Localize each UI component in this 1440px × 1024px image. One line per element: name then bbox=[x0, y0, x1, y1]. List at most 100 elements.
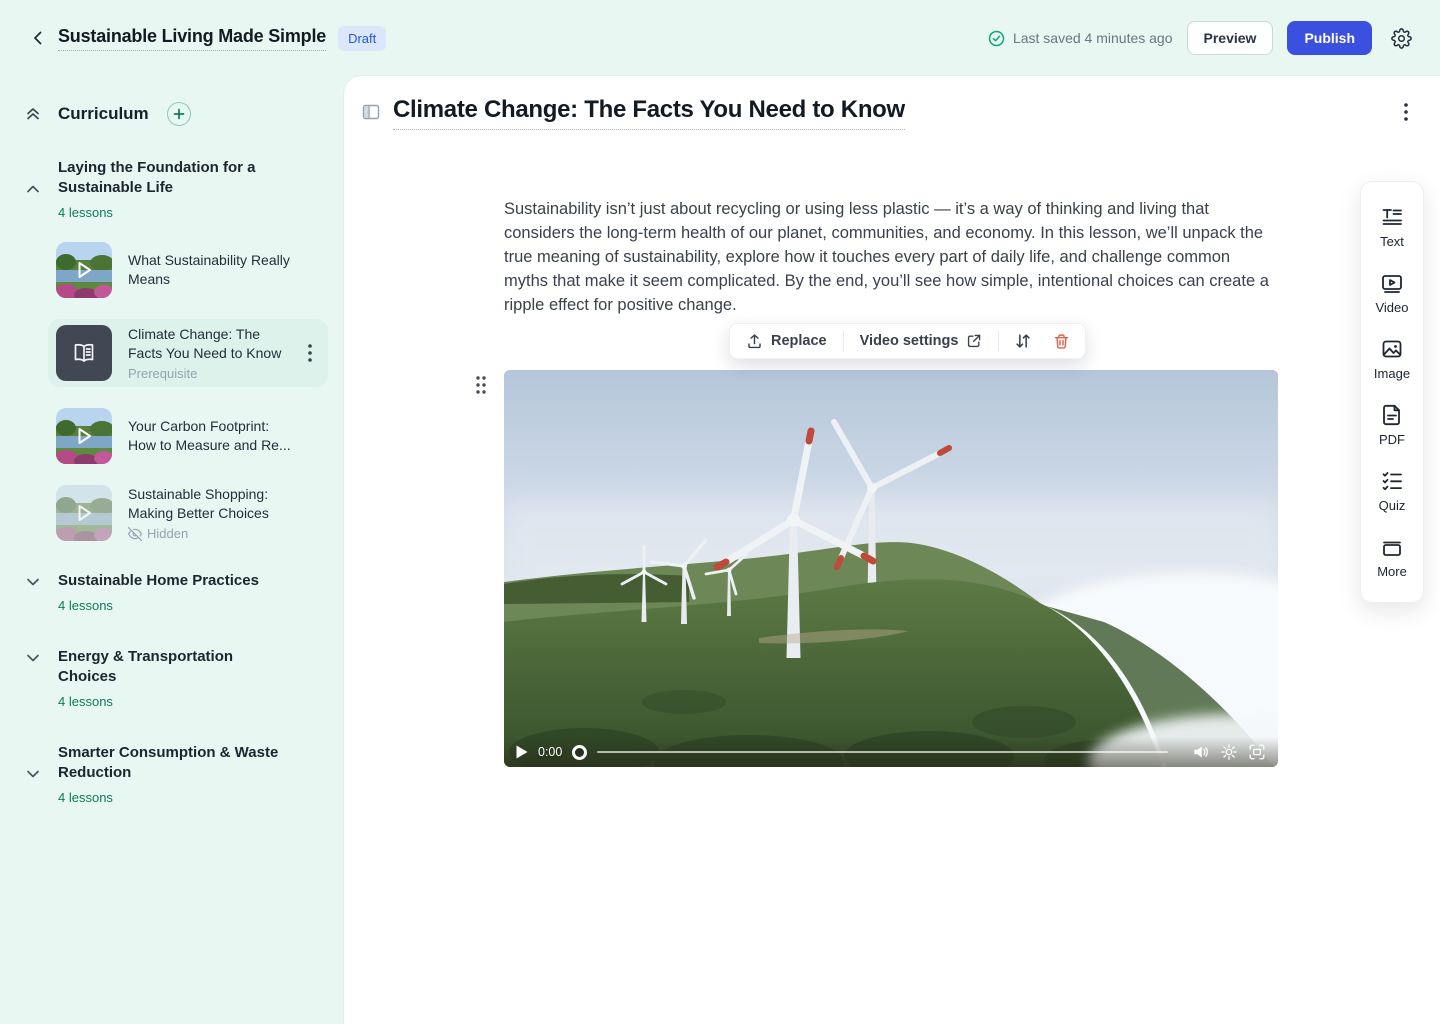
open-book-icon bbox=[71, 340, 97, 366]
preview-button[interactable]: Preview bbox=[1187, 21, 1274, 55]
video-player-controls: 0:00 bbox=[504, 737, 1278, 767]
toolbar-divider bbox=[998, 331, 999, 351]
tool-text[interactable]: Text bbox=[1361, 194, 1423, 260]
replace-video-button[interactable]: Replace bbox=[740, 329, 833, 354]
grip-dots-icon bbox=[475, 375, 487, 395]
toolbar-divider bbox=[843, 331, 844, 351]
fullscreen-button[interactable] bbox=[1248, 743, 1266, 761]
play-button[interactable] bbox=[516, 745, 528, 759]
lesson-video-thumbnail bbox=[56, 408, 112, 464]
play-icon bbox=[73, 425, 95, 447]
play-icon bbox=[73, 259, 95, 281]
header-actions: Last saved 4 minutes ago Preview Publish bbox=[988, 21, 1416, 55]
play-icon bbox=[73, 502, 95, 524]
kebab-icon bbox=[1404, 103, 1408, 121]
section-title: Energy & Transportation Choices bbox=[58, 647, 288, 687]
chevron-left-icon bbox=[30, 30, 46, 46]
section-title: Laying the Foundation for a Sustainable … bbox=[58, 158, 288, 198]
course-title[interactable]: Sustainable Living Made Simple bbox=[58, 26, 326, 51]
video-settings-button[interactable]: Video settings bbox=[854, 329, 989, 353]
video-block[interactable]: 0:00 bbox=[504, 370, 1278, 767]
lesson-intro-paragraph[interactable]: Sustainability isn’t just about recyclin… bbox=[504, 197, 1276, 317]
tool-label: Quiz bbox=[1379, 498, 1406, 513]
chevron-down-icon bbox=[24, 649, 42, 667]
seek-handle[interactable] bbox=[572, 745, 587, 760]
lesson-item-sustainable-shopping[interactable]: Sustainable Shopping: Making Better Choi… bbox=[56, 485, 328, 541]
check-circle-icon bbox=[988, 30, 1005, 47]
lesson-title: What Sustainability Really Means bbox=[128, 251, 293, 289]
sidebar-toggle-button[interactable] bbox=[361, 102, 381, 122]
tool-label: Video bbox=[1375, 300, 1408, 315]
plus-icon bbox=[173, 108, 185, 120]
tool-label: Image bbox=[1374, 366, 1410, 381]
section-header[interactable]: Smarter Consumption & Waste Reduction 4 … bbox=[24, 743, 344, 805]
save-status: Last saved 4 minutes ago bbox=[988, 30, 1173, 47]
back-button[interactable] bbox=[24, 24, 52, 52]
section-title: Smarter Consumption & Waste Reduction bbox=[58, 743, 288, 783]
tool-video[interactable]: Video bbox=[1361, 260, 1423, 326]
settings-button[interactable] bbox=[1386, 23, 1416, 53]
upload-icon bbox=[746, 333, 763, 350]
chevron-down-icon bbox=[24, 765, 42, 783]
lesson-page-title[interactable]: Climate Change: The Facts You Need to Kn… bbox=[393, 96, 905, 130]
lesson-item-carbon-footprint[interactable]: Your Carbon Footprint: How to Measure an… bbox=[56, 408, 328, 464]
lesson-badge-prerequisite: Prerequisite bbox=[128, 366, 284, 381]
lesson-title: Climate Change: The Facts You Need to Kn… bbox=[128, 325, 284, 363]
section-title: Sustainable Home Practices bbox=[58, 571, 259, 591]
course-builder-app: Sustainable Living Made Simple Draft Las… bbox=[0, 0, 1440, 1024]
chevron-down-icon bbox=[24, 573, 42, 591]
lesson-overflow-button[interactable] bbox=[300, 343, 320, 363]
section-header[interactable]: Energy & Transportation Choices 4 lesson… bbox=[24, 647, 344, 709]
publish-button[interactable]: Publish bbox=[1287, 21, 1372, 55]
tool-image[interactable]: Image bbox=[1361, 326, 1423, 392]
kebab-icon bbox=[308, 344, 312, 362]
lesson-badge-hidden: Hidden bbox=[128, 526, 293, 541]
wind-turbines-video-frame bbox=[504, 370, 1278, 767]
quiz-block-icon bbox=[1380, 469, 1404, 493]
tool-pdf[interactable]: PDF bbox=[1361, 392, 1423, 458]
video-block-toolbar: Replace Video settings bbox=[729, 323, 1086, 359]
double-chevron-up-icon bbox=[24, 105, 42, 123]
video-block-icon bbox=[1380, 271, 1404, 295]
lesson-reading-thumbnail bbox=[56, 325, 112, 381]
section-header[interactable]: Laying the Foundation for a Sustainable … bbox=[24, 158, 344, 220]
lesson-video-thumbnail bbox=[56, 242, 112, 298]
tool-label: More bbox=[1377, 564, 1407, 579]
tool-quiz[interactable]: Quiz bbox=[1361, 458, 1423, 524]
content-tools-panel: Text Video Image PDF Quiz More bbox=[1360, 181, 1424, 603]
image-block-icon bbox=[1380, 337, 1404, 361]
pdf-block-icon bbox=[1380, 403, 1404, 427]
lesson-overflow-button[interactable] bbox=[1394, 100, 1418, 124]
eye-off-icon bbox=[128, 527, 142, 541]
tool-more[interactable]: More bbox=[1361, 524, 1423, 590]
text-block-icon bbox=[1380, 205, 1404, 229]
lesson-item-what-sustainability[interactable]: What Sustainability Really Means bbox=[56, 242, 328, 298]
add-section-button[interactable] bbox=[167, 102, 191, 126]
lesson-title: Sustainable Shopping: Making Better Choi… bbox=[128, 485, 293, 523]
sidebar-toggle-icon bbox=[361, 102, 381, 122]
status-badge: Draft bbox=[338, 26, 386, 51]
lesson-video-thumbnail bbox=[56, 485, 112, 541]
curriculum-sidebar: Curriculum Laying the Foundation for a S… bbox=[0, 76, 344, 1024]
lesson-title: Your Carbon Footprint: How to Measure an… bbox=[128, 417, 293, 455]
curriculum-section: Energy & Transportation Choices 4 lesson… bbox=[24, 647, 344, 709]
curriculum-section: Smarter Consumption & Waste Reduction 4 … bbox=[24, 743, 344, 805]
player-settings-button[interactable] bbox=[1220, 743, 1238, 761]
move-block-button[interactable] bbox=[1009, 328, 1037, 354]
section-lesson-count: 4 lessons bbox=[58, 694, 288, 709]
lesson-item-climate-change[interactable]: Climate Change: The Facts You Need to Kn… bbox=[48, 319, 328, 387]
lesson-list: What Sustainability Really Means Climate… bbox=[24, 242, 344, 541]
section-header[interactable]: Sustainable Home Practices 4 lessons bbox=[24, 571, 344, 613]
tool-label: Text bbox=[1380, 234, 1404, 249]
section-lesson-count: 4 lessons bbox=[58, 790, 288, 805]
curriculum-header: Curriculum bbox=[24, 102, 344, 126]
volume-button[interactable] bbox=[1192, 743, 1210, 761]
delete-block-button[interactable] bbox=[1047, 328, 1075, 354]
seek-bar[interactable] bbox=[597, 751, 1168, 753]
curriculum-title: Curriculum bbox=[58, 104, 149, 124]
collapse-all-button[interactable] bbox=[24, 105, 42, 123]
app-header: Sustainable Living Made Simple Draft Las… bbox=[0, 0, 1440, 76]
tool-label: PDF bbox=[1379, 432, 1405, 447]
block-drag-handle[interactable] bbox=[475, 375, 489, 397]
curriculum-section: Laying the Foundation for a Sustainable … bbox=[24, 158, 344, 541]
